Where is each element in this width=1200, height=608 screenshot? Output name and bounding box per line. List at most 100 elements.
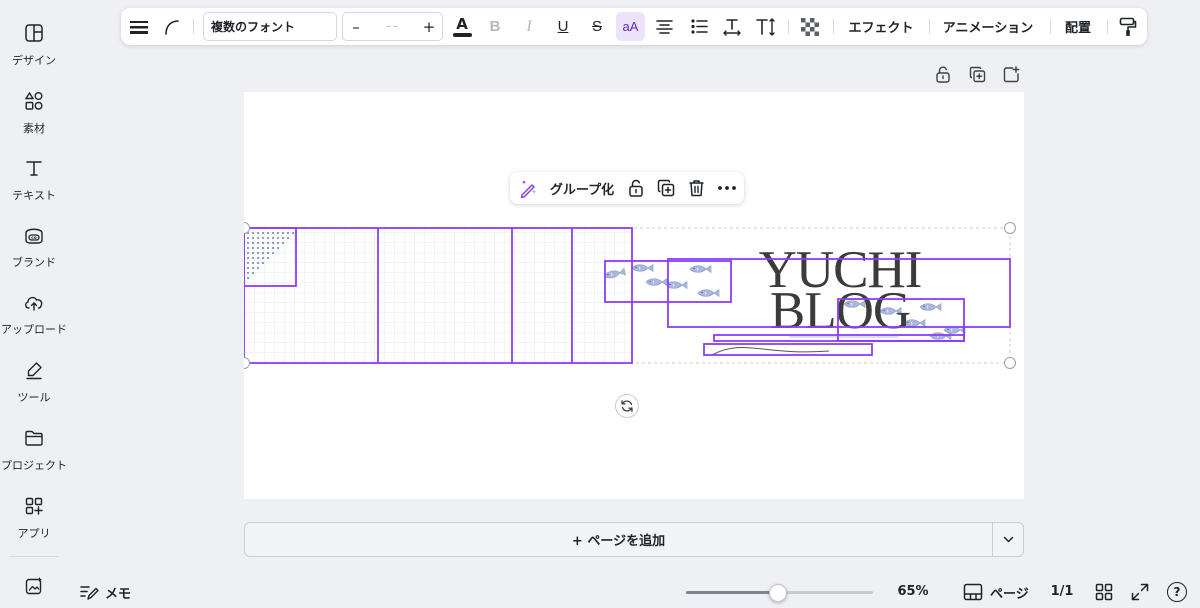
title-line-2[interactable]: BLOG: [770, 282, 911, 340]
help-button[interactable]: ?: [1166, 581, 1188, 603]
italic-button[interactable]: I: [517, 8, 541, 45]
rotate-handle[interactable]: [615, 394, 639, 418]
lock-page-button[interactable]: [933, 64, 953, 84]
font-size-increase-button[interactable]: +: [416, 13, 442, 40]
duplicate-element-button[interactable]: [654, 172, 678, 204]
decoration-dot: [276, 246, 280, 250]
notes-button[interactable]: メモ: [80, 582, 131, 602]
sidebar-item-text[interactable]: テキスト: [0, 157, 68, 217]
decoration-dot: [261, 261, 265, 265]
toolbar-divider: [1107, 19, 1108, 34]
resize-handle-bottom-right[interactable]: [1004, 357, 1016, 369]
curve-text-button[interactable]: [159, 8, 185, 45]
bold-button[interactable]: B: [483, 8, 507, 45]
decoration-dot: [271, 236, 275, 240]
text-color-swatch: [452, 32, 472, 37]
pen-tool-icon: [23, 359, 45, 381]
duplicate-icon: [657, 179, 675, 197]
folder-icon: [23, 427, 45, 449]
design-page[interactable]: YUCHI BLOG: [244, 92, 1024, 499]
sidebar-divider: [9, 556, 59, 557]
list-button[interactable]: [686, 8, 712, 45]
font-size-decrease-button[interactable]: –: [343, 13, 369, 40]
decoration-dot: [246, 276, 250, 280]
sidebar-item-projects[interactable]: プロジェクト: [0, 427, 68, 487]
font-family-select[interactable]: 複数のフォント: [203, 12, 337, 41]
decoration-dot: [246, 261, 250, 265]
decoration-dot: [271, 251, 275, 255]
decoration-dot: [256, 236, 260, 240]
decoration-dot: [261, 236, 265, 240]
trash-icon: [688, 179, 705, 197]
letter-case-button[interactable]: aA: [616, 12, 645, 41]
decoration-dot: [251, 251, 255, 255]
toolbar-divider: [929, 19, 930, 34]
animate-button[interactable]: アニメーション: [938, 8, 1038, 45]
decoration-dot: [246, 246, 250, 250]
decoration-dot: [266, 246, 270, 250]
letter-spacing-button[interactable]: [719, 8, 745, 45]
align-center-button[interactable]: [651, 8, 677, 45]
magic-pen-icon: [519, 179, 538, 198]
fish-illustration: [645, 278, 668, 286]
toolbar-divider: [1050, 19, 1051, 34]
sidebar-item-brand[interactable]: co ブランド: [0, 224, 68, 284]
decoration-dot: [251, 256, 255, 260]
notes-icon: [80, 584, 99, 601]
paint-roller-icon: [1119, 17, 1137, 37]
transparency-icon: [801, 17, 819, 36]
lock-open-icon: [935, 65, 951, 83]
sidebar-item-design[interactable]: デザイン: [0, 22, 68, 82]
zoom-slider-thumb[interactable]: [768, 584, 787, 602]
font-size-input[interactable]: --: [373, 19, 413, 34]
fish-illustration: [919, 303, 942, 311]
toolbar-divider: [193, 19, 194, 34]
line-spacing-button[interactable]: [127, 8, 151, 45]
element-outline[interactable]: [703, 343, 873, 356]
selection-context-toolbar: グループ化: [510, 172, 744, 204]
sidebar-label-brand: ブランド: [12, 256, 56, 269]
line-weight-icon: [130, 20, 148, 34]
sidebar-label-elements: 素材: [23, 122, 45, 135]
zoom-percentage[interactable]: 65%: [893, 584, 933, 599]
transparency-button[interactable]: [797, 8, 823, 45]
resize-handle-top-right[interactable]: [1004, 222, 1016, 234]
position-button[interactable]: 配置: [1058, 8, 1098, 45]
lock-element-button[interactable]: [624, 172, 648, 204]
add-page-icon-button[interactable]: [1001, 64, 1021, 84]
italic-label: I: [526, 17, 532, 35]
vertical-text-button[interactable]: [753, 8, 779, 45]
sidebar-item-magic-media[interactable]: [0, 576, 68, 600]
add-page-button[interactable]: + ページを追加: [244, 522, 993, 557]
decoration-dot: [286, 231, 290, 235]
sidebar-item-elements[interactable]: 素材: [0, 90, 68, 150]
sidebar-item-uploads[interactable]: アップロード: [0, 291, 68, 351]
delete-element-button[interactable]: [684, 172, 708, 204]
decoration-dot: [261, 251, 265, 255]
toolbar-divider: [788, 19, 789, 34]
sidebar-item-tools[interactable]: ツール: [0, 359, 68, 419]
sidebar-item-apps[interactable]: アプリ: [0, 495, 68, 555]
pages-view-button[interactable]: ページ: [963, 581, 1029, 603]
effects-button[interactable]: エフェクト: [841, 8, 921, 45]
decoration-dot: [256, 261, 260, 265]
fullscreen-button[interactable]: [1129, 581, 1151, 603]
strikethrough-button[interactable]: S: [585, 8, 609, 45]
more-options-button[interactable]: [714, 172, 740, 204]
add-page-menu-button[interactable]: [993, 522, 1024, 557]
group-label: グループ化: [549, 182, 615, 198]
underline-button[interactable]: U: [551, 8, 575, 45]
decoration-dot: [261, 241, 265, 245]
letter-spacing-icon: [723, 18, 741, 36]
magic-edit-button[interactable]: [516, 172, 540, 204]
copy-style-button[interactable]: [1116, 8, 1140, 45]
strikethrough-label: S: [591, 18, 602, 35]
text-color-button[interactable]: A: [449, 8, 475, 45]
sidebar-label-uploads: アップロード: [1, 323, 67, 336]
grid-view-button[interactable]: [1093, 581, 1115, 603]
duplicate-icon: [969, 66, 986, 83]
duplicate-page-button[interactable]: [967, 64, 987, 84]
decoration-dot: [266, 231, 270, 235]
group-button[interactable]: グループ化: [546, 172, 618, 204]
decoration-dot: [266, 251, 270, 255]
